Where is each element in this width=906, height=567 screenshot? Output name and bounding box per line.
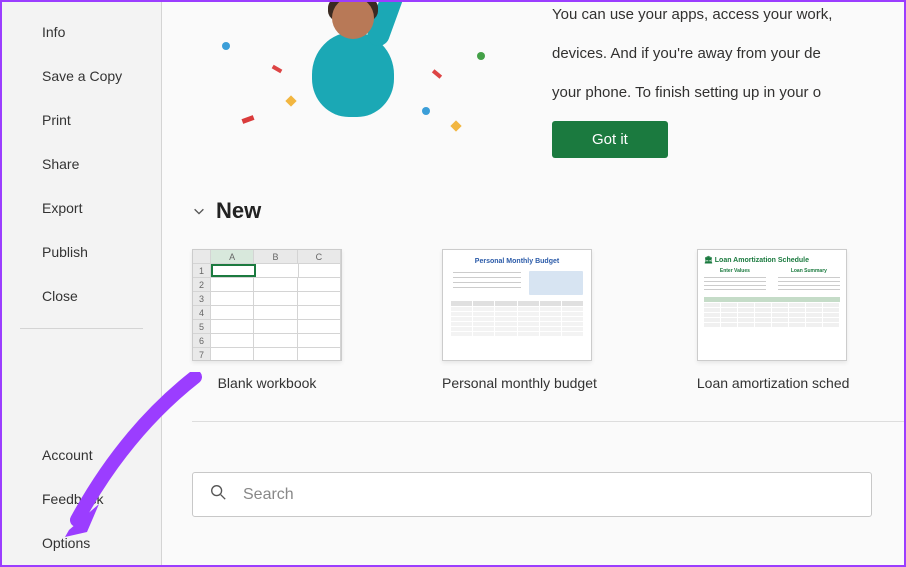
template-personal-monthly-budget[interactable]: Personal Monthly Budget <box>442 249 597 391</box>
celebration-illustration <box>192 2 512 142</box>
template-thumbnail: Personal Monthly Budget <box>442 249 592 361</box>
sidebar-divider <box>20 328 143 329</box>
section-divider <box>192 421 904 422</box>
got-it-button[interactable]: Got it <box>552 121 668 158</box>
sidebar-item-print[interactable]: Print <box>2 98 161 142</box>
search-box[interactable] <box>192 472 872 517</box>
sidebar-item-close[interactable]: Close <box>2 274 161 318</box>
sidebar-item-publish[interactable]: Publish <box>2 230 161 274</box>
template-label: Loan amortization sched <box>697 375 850 391</box>
sidebar-item-export[interactable]: Export <box>2 186 161 230</box>
sidebar-item-info[interactable]: Info <box>2 10 161 54</box>
search-icon <box>209 483 227 506</box>
sidebar-item-options[interactable]: Options <box>2 521 161 565</box>
sidebar-item-save-a-copy[interactable]: Save a Copy <box>2 54 161 98</box>
sidebar-item-share[interactable]: Share <box>2 142 161 186</box>
sidebar-item-feedback[interactable]: Feedback <box>2 477 161 521</box>
template-thumbnail: A B C 1 2 3 4 5 6 7 <box>192 249 342 361</box>
banner-message-line: devices. And if you're away from your de <box>552 43 904 64</box>
template-label: Blank workbook <box>192 375 342 391</box>
template-gallery: A B C 1 2 3 4 5 6 7 Blank workbook <box>192 249 904 421</box>
onboarding-banner: You can use your apps, access your work,… <box>192 2 904 158</box>
main-content: You can use your apps, access your work,… <box>162 2 904 565</box>
chevron-down-icon <box>192 204 206 218</box>
search-input[interactable] <box>243 486 855 504</box>
sidebar-item-account[interactable]: Account <box>2 433 161 477</box>
new-section-header[interactable]: New <box>192 198 904 224</box>
section-title-new: New <box>216 198 261 224</box>
bank-icon: 🏛 <box>704 256 713 264</box>
template-thumbnail: 🏛Loan Amortization Schedule Enter Values… <box>697 249 847 361</box>
banner-message-line: your phone. To finish setting up in your… <box>552 82 904 103</box>
template-loan-amortization[interactable]: 🏛Loan Amortization Schedule Enter Values… <box>697 249 850 391</box>
template-blank-workbook[interactable]: A B C 1 2 3 4 5 6 7 Blank workbook <box>192 249 342 391</box>
banner-message-line: You can use your apps, access your work, <box>552 4 904 25</box>
backstage-sidebar: Info Save a Copy Print Share Export Publ… <box>2 2 162 565</box>
template-label: Personal monthly budget <box>442 375 597 391</box>
